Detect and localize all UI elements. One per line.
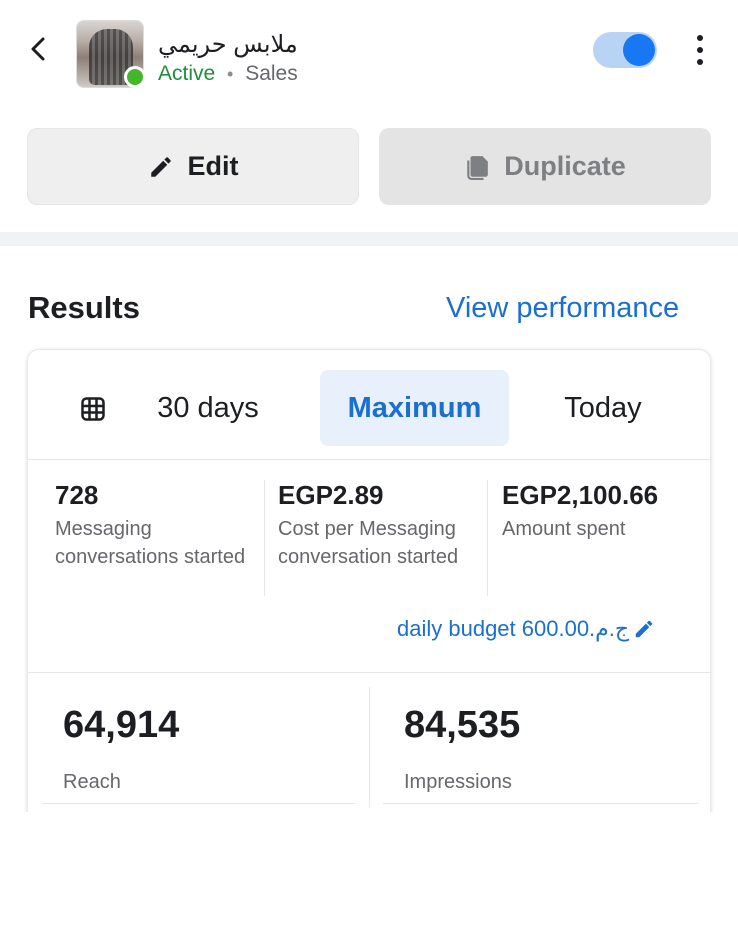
bottom-fade-overlay	[0, 812, 738, 938]
metric-cost-per-conversation[interactable]: EGP2.89 Cost per Messaging conversation …	[278, 480, 483, 571]
view-performance-link[interactable]: View performance	[446, 292, 679, 325]
pencil-icon	[150, 156, 171, 177]
range-maximum[interactable]: Maximum	[320, 370, 509, 446]
metric-value: 84,535	[404, 704, 521, 746]
metric-divider	[264, 480, 265, 596]
metric-value: 728	[55, 480, 99, 510]
duplicate-button-label: Duplicate	[504, 151, 626, 181]
pencil-icon	[635, 620, 653, 638]
status-active-label: Active	[158, 62, 216, 85]
ad-status-line: Active • Sales	[158, 62, 298, 86]
metric-value: EGP2,100.66	[502, 480, 659, 510]
metrics-divider	[28, 672, 712, 673]
edit-button-label: Edit	[187, 151, 239, 181]
calendar-grid-icon[interactable]	[81, 397, 105, 421]
edit-button[interactable]: Edit	[27, 128, 359, 205]
range-30-days[interactable]: 30 days	[138, 370, 278, 446]
metric-label: Reach	[63, 771, 121, 793]
status-separator: •	[227, 64, 234, 84]
metric-underline	[42, 803, 355, 804]
range-today[interactable]: Today	[533, 370, 673, 446]
metric-underline	[383, 803, 698, 804]
back-button[interactable]	[24, 34, 54, 64]
copy-icon	[467, 155, 489, 180]
ad-avatar[interactable]	[76, 20, 146, 88]
section-divider	[0, 232, 738, 246]
objective-label: Sales	[245, 62, 298, 85]
active-status-dot	[124, 66, 146, 88]
metric-amount-spent[interactable]: EGP2,100.66 Amount spent	[502, 480, 707, 543]
ad-title: ملابس حريمي	[158, 31, 298, 58]
metric-value: EGP2.89	[278, 480, 384, 510]
duplicate-button[interactable]: Duplicate	[379, 128, 711, 205]
daily-budget-link[interactable]: daily budget 600.00.ج.م	[397, 616, 655, 642]
metric-impressions[interactable]: 84,535 Impressions	[404, 704, 520, 794]
metric-divider	[487, 480, 488, 596]
metric-divider	[369, 687, 370, 807]
date-range-selector: 30 days Maximum Today	[28, 350, 712, 460]
summary-metrics: 728 Messaging conversations started EGP2…	[28, 460, 712, 600]
chevron-left-icon	[31, 37, 45, 61]
metric-label: Messaging conversations started	[55, 518, 246, 568]
metric-label: Cost per Messaging conversation started	[278, 518, 459, 568]
kebab-menu-icon	[688, 35, 712, 65]
ad-active-toggle[interactable]	[593, 32, 657, 68]
metric-label: Impressions	[404, 771, 512, 793]
metric-reach[interactable]: 64,914 Reach	[63, 704, 179, 794]
results-heading: Results	[28, 290, 140, 325]
daily-budget-text: daily budget 600.00.ج.م	[397, 616, 630, 641]
ad-header: ملابس حريمي Active • Sales	[0, 0, 738, 110]
metric-label: Amount spent	[502, 518, 626, 540]
metric-conversations[interactable]: 728 Messaging conversations started	[55, 480, 255, 571]
toggle-knob	[623, 34, 655, 66]
more-options-button[interactable]	[688, 32, 712, 68]
metric-value: 64,914	[63, 704, 180, 746]
